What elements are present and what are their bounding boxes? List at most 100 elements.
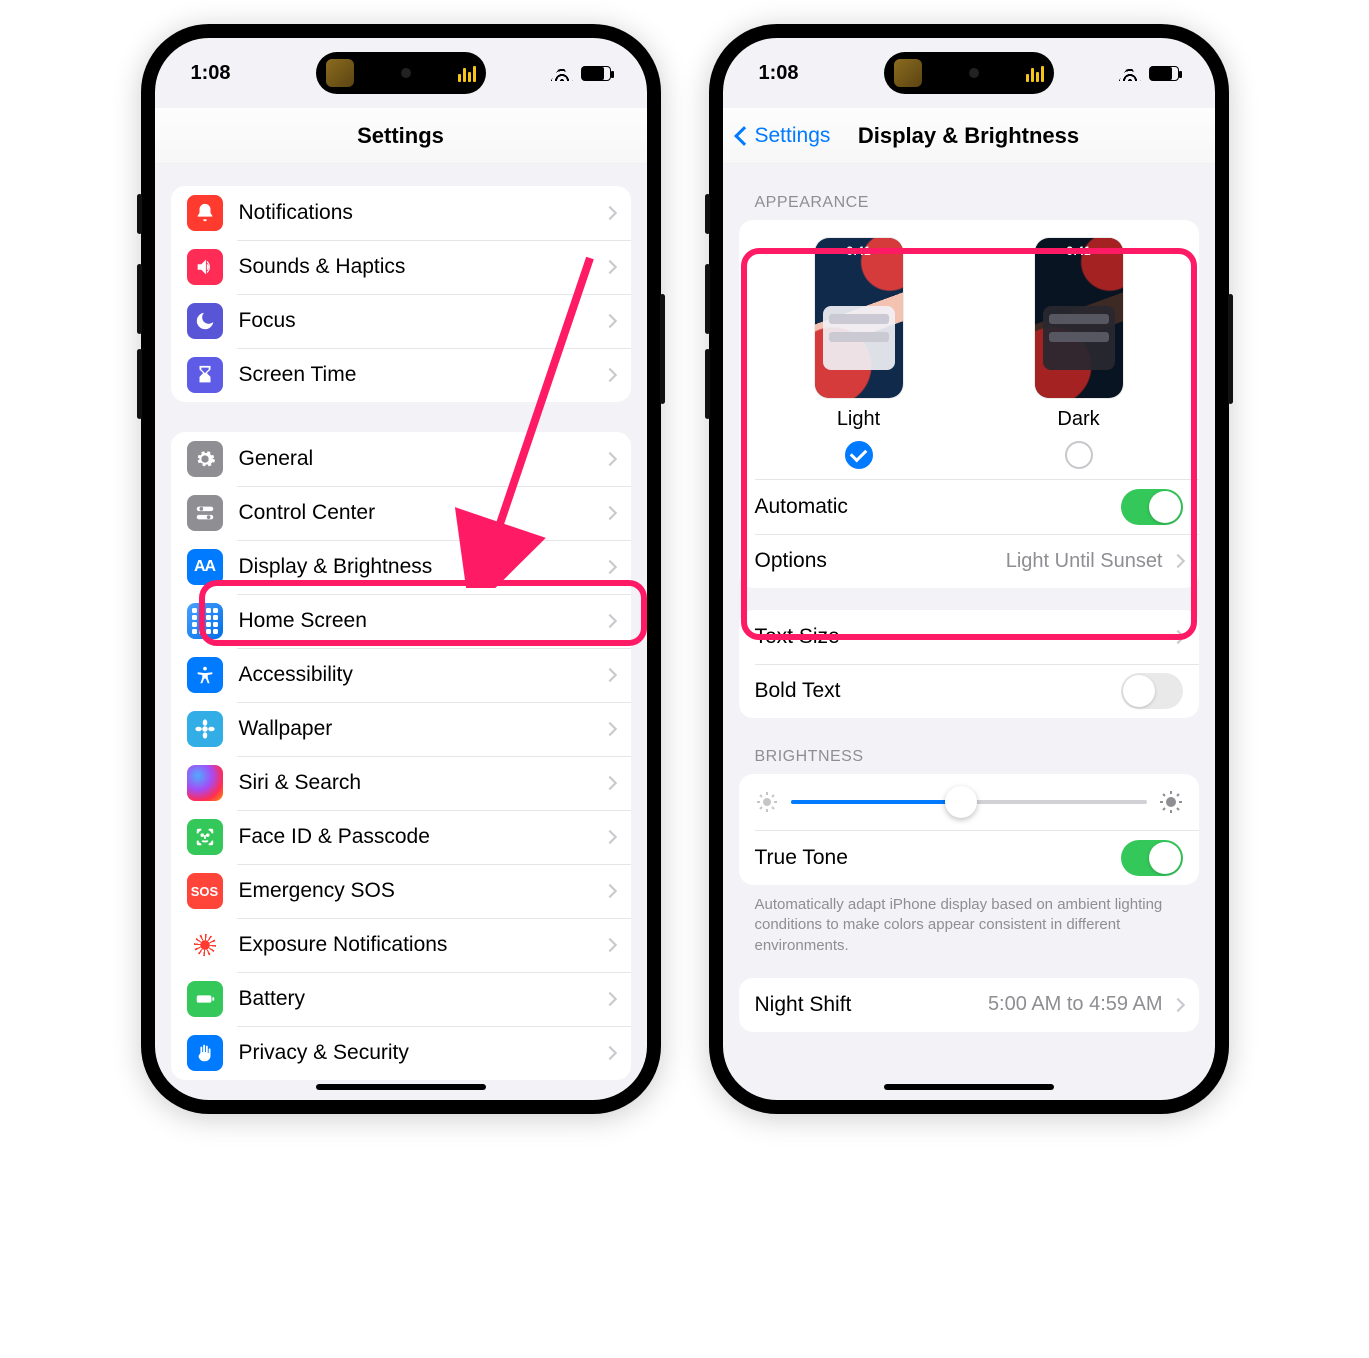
chevron-right-icon [602, 884, 616, 898]
row-faceid[interactable]: Face ID & Passcode [171, 810, 631, 864]
dynamic-island[interactable] [884, 52, 1054, 94]
row-focus[interactable]: Focus [171, 294, 631, 348]
row-siri[interactable]: Siri & Search [171, 756, 631, 810]
row-label: Automatic [755, 495, 1121, 519]
chevron-right-icon [602, 452, 616, 466]
dynamic-island[interactable] [316, 52, 486, 94]
radio-dark[interactable] [1065, 441, 1093, 469]
night-shift-group: Night Shift 5:00 AM to 4:59 AM [739, 978, 1199, 1032]
row-label: Text Size [755, 625, 1173, 649]
appearance-label-light: Light [837, 408, 880, 431]
chevron-right-icon [602, 206, 616, 220]
chevron-right-icon [602, 314, 616, 328]
hand-icon [187, 1035, 223, 1071]
row-label: Sounds & Haptics [239, 255, 605, 279]
row-sounds[interactable]: Sounds & Haptics [171, 240, 631, 294]
moon-icon [187, 303, 223, 339]
row-true-tone: True Tone [739, 831, 1199, 885]
back-button[interactable]: Settings [737, 124, 831, 148]
appearance-preview-dark: 9:41 [1035, 238, 1123, 398]
text-size-icon: AA [187, 549, 223, 585]
phone-left: 1:08 Settings Notifications Sounds [141, 24, 661, 1114]
section-header-brightness: BRIGHTNESS [755, 748, 1183, 766]
speaker-icon [187, 249, 223, 285]
settings-group-1: Notifications Sounds & Haptics Focus Scr… [171, 186, 631, 402]
row-detail: 5:00 AM to 4:59 AM [988, 993, 1163, 1016]
audio-eq-icon [458, 64, 476, 82]
row-notifications[interactable]: Notifications [171, 186, 631, 240]
row-general[interactable]: General [171, 432, 631, 486]
row-label: Face ID & Passcode [239, 825, 605, 849]
row-privacy[interactable]: Privacy & Security [171, 1026, 631, 1080]
brightness-slider[interactable] [791, 800, 1147, 804]
appearance-dark[interactable]: 9:41 Dark [1035, 238, 1123, 469]
chevron-right-icon [602, 722, 616, 736]
chevron-right-icon [602, 938, 616, 952]
accessibility-icon [187, 657, 223, 693]
phone-right: 1:08 Settings Display & Brightness APPEA… [709, 24, 1229, 1114]
row-label: True Tone [755, 846, 1121, 870]
row-label: Home Screen [239, 609, 605, 633]
row-label: Screen Time [239, 363, 605, 387]
row-sos[interactable]: SOS Emergency SOS [171, 864, 631, 918]
row-night-shift[interactable]: Night Shift 5:00 AM to 4:59 AM [739, 978, 1199, 1032]
nav-bar: Settings Display & Brightness [723, 108, 1215, 164]
sos-icon: SOS [187, 873, 223, 909]
faceid-icon [187, 819, 223, 855]
chevron-right-icon [602, 260, 616, 274]
row-label: Options [755, 549, 1006, 573]
now-playing-art [326, 59, 354, 87]
audio-eq-icon [1026, 64, 1044, 82]
home-indicator[interactable] [884, 1084, 1054, 1090]
chevron-right-icon [602, 560, 616, 574]
row-label: Accessibility [239, 663, 605, 687]
row-screen-time[interactable]: Screen Time [171, 348, 631, 402]
true-tone-footer: Automatically adapt iPhone display based… [755, 895, 1183, 956]
bell-icon [187, 195, 223, 231]
toggle-automatic[interactable] [1121, 489, 1183, 525]
row-display-brightness[interactable]: AA Display & Brightness [171, 540, 631, 594]
chevron-right-icon [1170, 998, 1184, 1012]
chevron-right-icon [602, 368, 616, 382]
row-accessibility[interactable]: Accessibility [171, 648, 631, 702]
chevron-right-icon [1170, 554, 1184, 568]
row-exposure[interactable]: Exposure Notifications [171, 918, 631, 972]
row-automatic: Automatic [739, 480, 1199, 534]
row-label: General [239, 447, 605, 471]
siri-icon [187, 765, 223, 801]
settings-group-2: General Control Center AA Display & Brig… [171, 432, 631, 1080]
chevron-right-icon [602, 506, 616, 520]
page-title: Display & Brightness [858, 123, 1079, 149]
row-control-center[interactable]: Control Center [171, 486, 631, 540]
sun-min-icon [755, 790, 779, 814]
home-indicator[interactable] [316, 1084, 486, 1090]
row-label: Notifications [239, 201, 605, 225]
row-label: Focus [239, 309, 605, 333]
battery-icon [187, 981, 223, 1017]
row-wallpaper[interactable]: Wallpaper [171, 702, 631, 756]
row-label: Exposure Notifications [239, 933, 605, 957]
row-battery[interactable]: Battery [171, 972, 631, 1026]
chevron-right-icon [602, 992, 616, 1006]
row-bold-text: Bold Text [739, 664, 1199, 718]
toggle-bold-text[interactable] [1121, 673, 1183, 709]
row-label: Siri & Search [239, 771, 605, 795]
row-label: Bold Text [755, 679, 1121, 703]
row-label: Privacy & Security [239, 1041, 605, 1065]
brightness-slider-row [739, 774, 1199, 830]
row-home-screen[interactable]: Home Screen [171, 594, 631, 648]
row-text-size[interactable]: Text Size [739, 610, 1199, 664]
appearance-light[interactable]: 9:41 Light [815, 238, 903, 469]
page-title: Settings [357, 123, 444, 149]
row-label: Control Center [239, 501, 605, 525]
battery-icon [581, 66, 611, 81]
row-label: Display & Brightness [239, 555, 605, 579]
toggle-true-tone[interactable] [1121, 840, 1183, 876]
flower-icon [187, 711, 223, 747]
status-time: 1:08 [759, 62, 799, 85]
row-options[interactable]: Options Light Until Sunset [739, 534, 1199, 588]
row-label: Night Shift [755, 993, 988, 1017]
radio-light[interactable] [845, 441, 873, 469]
hourglass-icon [187, 357, 223, 393]
sun-max-icon [1159, 790, 1183, 814]
